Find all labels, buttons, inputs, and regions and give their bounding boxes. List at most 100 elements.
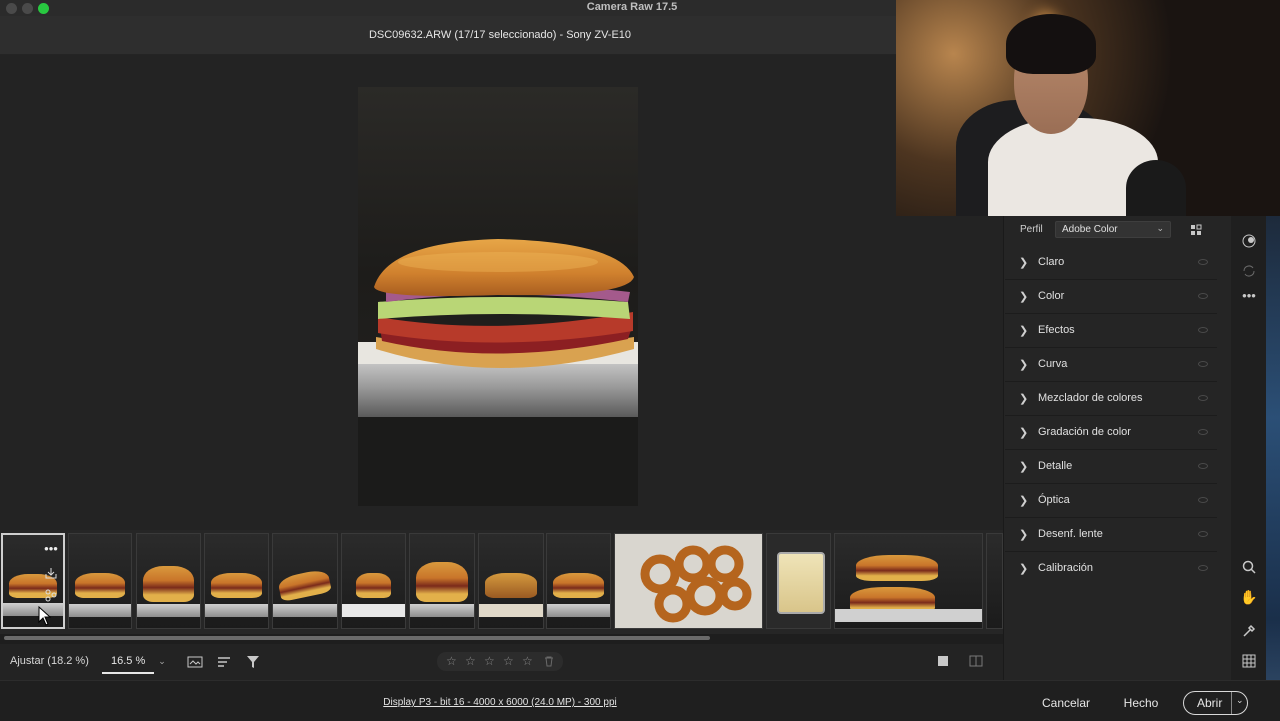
- filmstrip-thumbnail[interactable]: [272, 533, 338, 629]
- section-label: Color: [1038, 290, 1065, 302]
- profile-label: Perfil: [1020, 224, 1043, 235]
- chevron-right-icon: ❯: [1019, 291, 1029, 303]
- section-label: Mezclador de colores: [1038, 392, 1143, 404]
- chevron-right-icon: ❯: [1019, 563, 1029, 575]
- file-name-label: DSC09632.ARW (17/17 seleccionado) - Sony…: [368, 29, 632, 41]
- filmstrip-thumbnail[interactable]: [136, 533, 201, 629]
- eye-icon[interactable]: [1198, 361, 1208, 367]
- rating-bar: ☆ ☆ ☆ ☆ ☆: [437, 652, 563, 671]
- compare-view-icon[interactable]: [968, 654, 984, 668]
- sandwich-photo-image: [358, 239, 638, 506]
- filter-icon[interactable]: [245, 654, 261, 670]
- section-color[interactable]: ❯ Color: [1005, 281, 1217, 314]
- masking-icon[interactable]: [1240, 232, 1258, 250]
- chevron-right-icon: ❯: [1019, 325, 1029, 337]
- redeye-icon[interactable]: [1240, 262, 1258, 280]
- section-label: Detalle: [1038, 460, 1073, 472]
- grid-overlay-icon[interactable]: [1240, 652, 1258, 670]
- single-view-icon[interactable]: [936, 654, 950, 668]
- eye-icon[interactable]: [1198, 565, 1208, 571]
- star-4-icon[interactable]: ☆: [503, 654, 514, 668]
- eyedropper-icon[interactable]: [1240, 622, 1258, 640]
- chevron-right-icon: ❯: [1019, 393, 1029, 405]
- filmstrip-view-icon[interactable]: [186, 654, 204, 670]
- filmstrip-thumbnail[interactable]: [614, 533, 763, 629]
- section-calibracion[interactable]: ❯ Calibración: [1005, 553, 1217, 586]
- zoom-tool-icon[interactable]: [1240, 558, 1258, 576]
- eye-icon[interactable]: [1198, 429, 1208, 435]
- bottom-toolbar: Ajustar (18.2 %) 16.5 % ⌄ ☆ ☆ ☆ ☆ ☆: [0, 644, 1003, 680]
- more-options-icon[interactable]: •••: [41, 541, 61, 556]
- eye-icon[interactable]: [1198, 463, 1208, 469]
- eye-icon[interactable]: [1198, 497, 1208, 503]
- filmstrip-thumbnail[interactable]: [478, 533, 544, 629]
- section-gradacion[interactable]: ❯ Gradación de color: [1005, 417, 1217, 450]
- filmstrip-thumbnail[interactable]: [409, 533, 475, 629]
- section-label: Curva: [1038, 358, 1068, 370]
- mouse-cursor-icon: [38, 606, 52, 626]
- filmstrip-thumbnail[interactable]: [546, 533, 611, 629]
- section-label: Desenf. lente: [1038, 528, 1103, 540]
- section-optica[interactable]: ❯ Óptica: [1005, 485, 1217, 518]
- section-label: Gradación de color: [1038, 426, 1131, 438]
- chevron-right-icon: ❯: [1019, 359, 1029, 371]
- profile-dropdown[interactable]: Adobe Color ⌄: [1055, 221, 1171, 238]
- open-button-label: Abrir: [1197, 696, 1223, 710]
- eye-icon[interactable]: [1198, 327, 1208, 333]
- filmstrip-thumbnail[interactable]: [204, 533, 269, 629]
- filmstrip-thumbnail[interactable]: [68, 533, 132, 629]
- done-button[interactable]: Hecho: [1116, 691, 1166, 715]
- star-2-icon[interactable]: ☆: [465, 654, 476, 668]
- zoom-level-value: 16.5 %: [111, 655, 146, 667]
- section-curva[interactable]: ❯ Curva: [1005, 349, 1217, 382]
- cancel-button[interactable]: Cancelar: [1036, 691, 1096, 715]
- trash-icon[interactable]: [544, 656, 554, 667]
- file-info-bar: DSC09632.ARW (17/17 seleccionado) - Sony…: [0, 16, 1000, 55]
- tool-column: ••• ✋: [1231, 216, 1266, 680]
- chevron-right-icon: ❯: [1019, 461, 1029, 473]
- eye-icon[interactable]: [1198, 259, 1208, 265]
- star-5-icon[interactable]: ☆: [522, 654, 533, 668]
- filmstrip-thumbnail[interactable]: •••: [1, 533, 65, 629]
- desktop-background-strip: [1266, 216, 1280, 720]
- section-efectos[interactable]: ❯ Efectos: [1005, 315, 1217, 348]
- open-button[interactable]: Abrir ⌄: [1183, 691, 1248, 715]
- workflow-options-link[interactable]: Display P3 - bit 16 - 4000 x 6000 (24.0 …: [0, 697, 1000, 708]
- section-claro[interactable]: ❯ Claro: [1005, 247, 1217, 280]
- more-tools-icon[interactable]: •••: [1240, 288, 1258, 303]
- chevron-right-icon: ❯: [1019, 495, 1029, 507]
- star-1-icon[interactable]: ☆: [446, 654, 457, 668]
- export-icon[interactable]: [41, 565, 61, 581]
- webcam-overlay-image: [896, 0, 1280, 216]
- sort-icon[interactable]: [216, 654, 232, 670]
- filmstrip-thumbnail[interactable]: [986, 533, 1003, 629]
- chevron-right-icon: ❯: [1019, 257, 1029, 269]
- fit-zoom-label[interactable]: Ajustar (18.2 %): [10, 655, 89, 667]
- hand-tool-icon[interactable]: ✋: [1240, 588, 1258, 606]
- eye-icon[interactable]: [1198, 395, 1208, 401]
- profile-browser-icon[interactable]: [1188, 222, 1204, 238]
- eye-icon[interactable]: [1198, 293, 1208, 299]
- section-label: Claro: [1038, 256, 1065, 268]
- section-label: Efectos: [1038, 324, 1075, 336]
- section-label: Calibración: [1038, 562, 1094, 574]
- presets-icon[interactable]: [41, 587, 61, 603]
- star-3-icon[interactable]: ☆: [484, 654, 495, 668]
- zoom-level-field[interactable]: 16.5 %: [102, 650, 154, 674]
- filmstrip-thumbnail[interactable]: [834, 533, 983, 629]
- chevron-down-icon: ⌄: [1156, 223, 1164, 233]
- section-detalle[interactable]: ❯ Detalle: [1005, 451, 1217, 484]
- filmstrip-scrollbar[interactable]: [4, 636, 710, 640]
- chevron-right-icon: ❯: [1019, 427, 1029, 439]
- eye-icon[interactable]: [1198, 531, 1208, 537]
- section-label: Óptica: [1038, 494, 1070, 506]
- filmstrip-thumbnail[interactable]: [766, 533, 831, 629]
- zoom-dropdown-chevron-icon[interactable]: ⌄: [156, 654, 168, 668]
- chevron-right-icon: ❯: [1019, 529, 1029, 541]
- main-photo-preview[interactable]: [358, 87, 638, 506]
- section-mezclador[interactable]: ❯ Mezclador de colores: [1005, 383, 1217, 416]
- open-options-chevron-icon[interactable]: ⌄: [1236, 695, 1244, 706]
- section-desenf-lente[interactable]: ❯ Desenf. lente: [1005, 519, 1217, 552]
- profile-dropdown-value: Adobe Color: [1062, 224, 1118, 235]
- filmstrip-thumbnail[interactable]: [341, 533, 406, 629]
